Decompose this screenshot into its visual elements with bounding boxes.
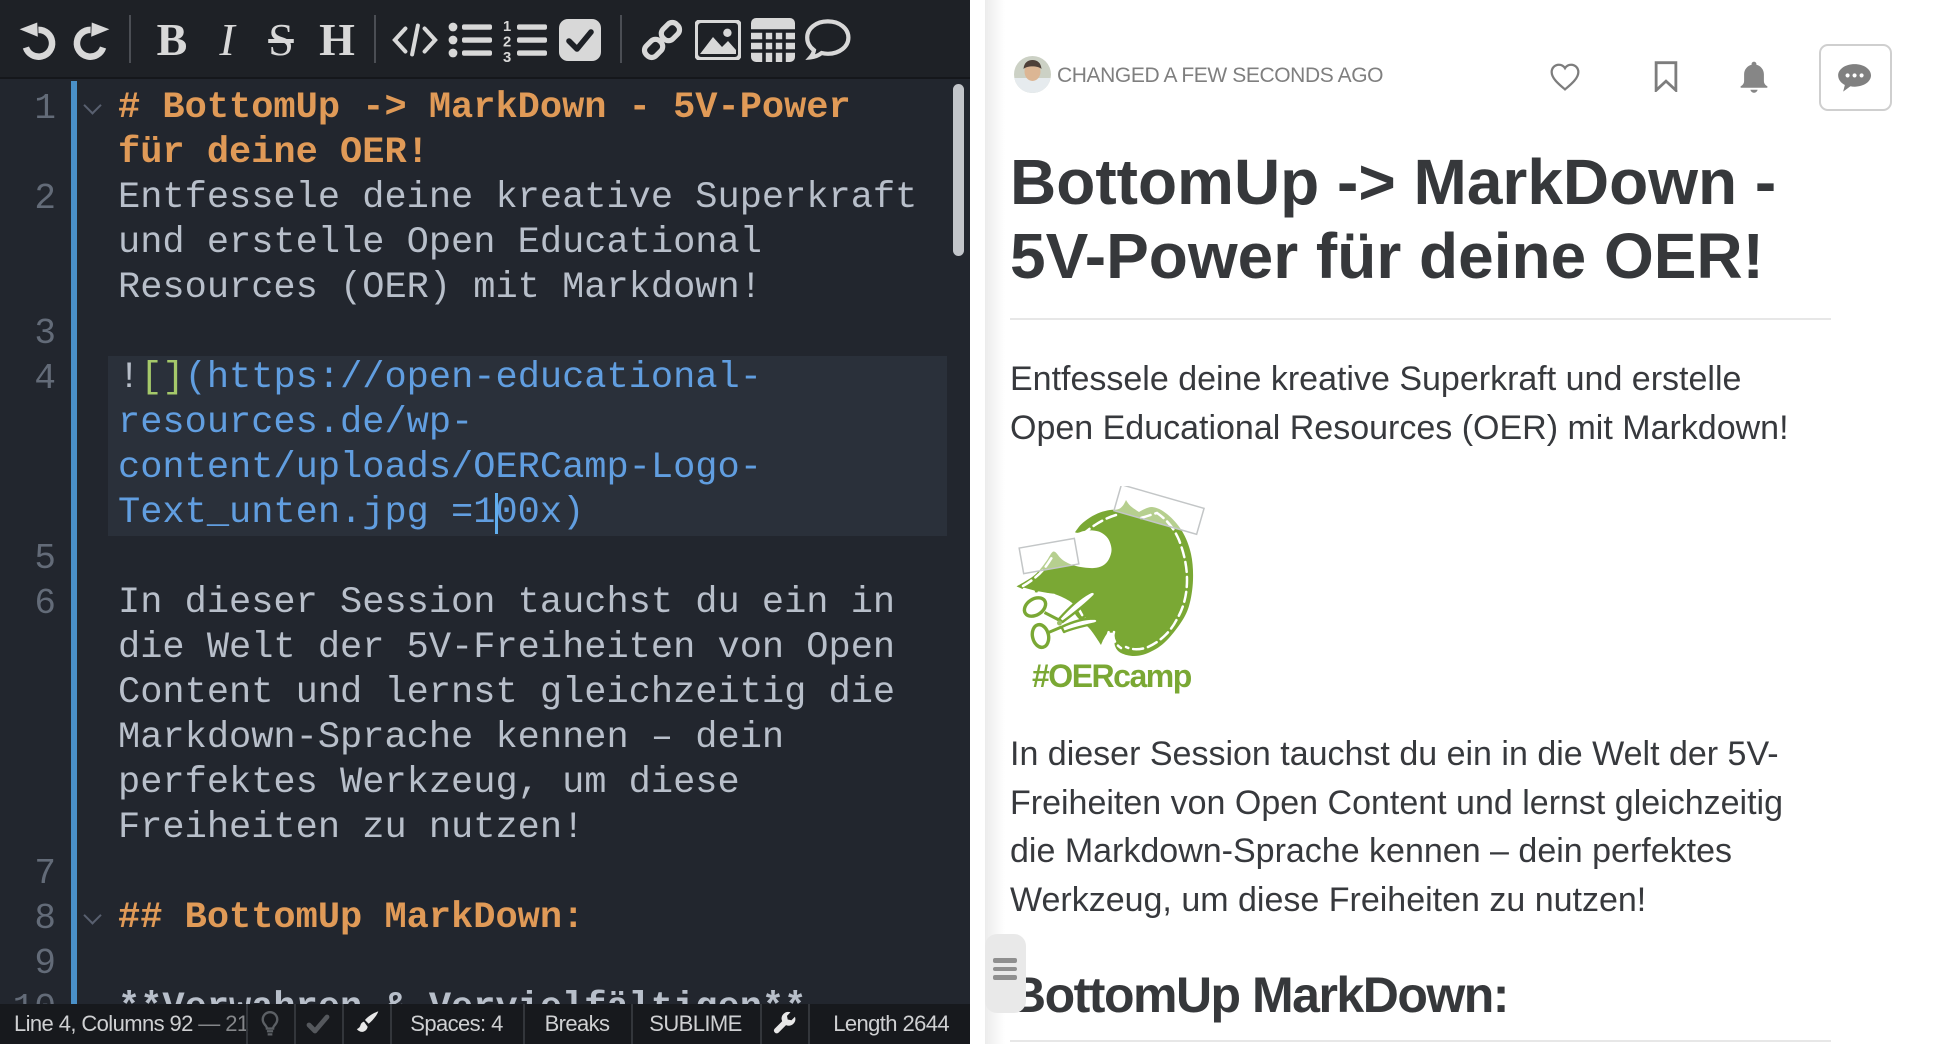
svg-text:3: 3 [503,50,511,62]
svg-text:1: 1 [503,18,511,34]
svg-text:2: 2 [503,34,511,50]
